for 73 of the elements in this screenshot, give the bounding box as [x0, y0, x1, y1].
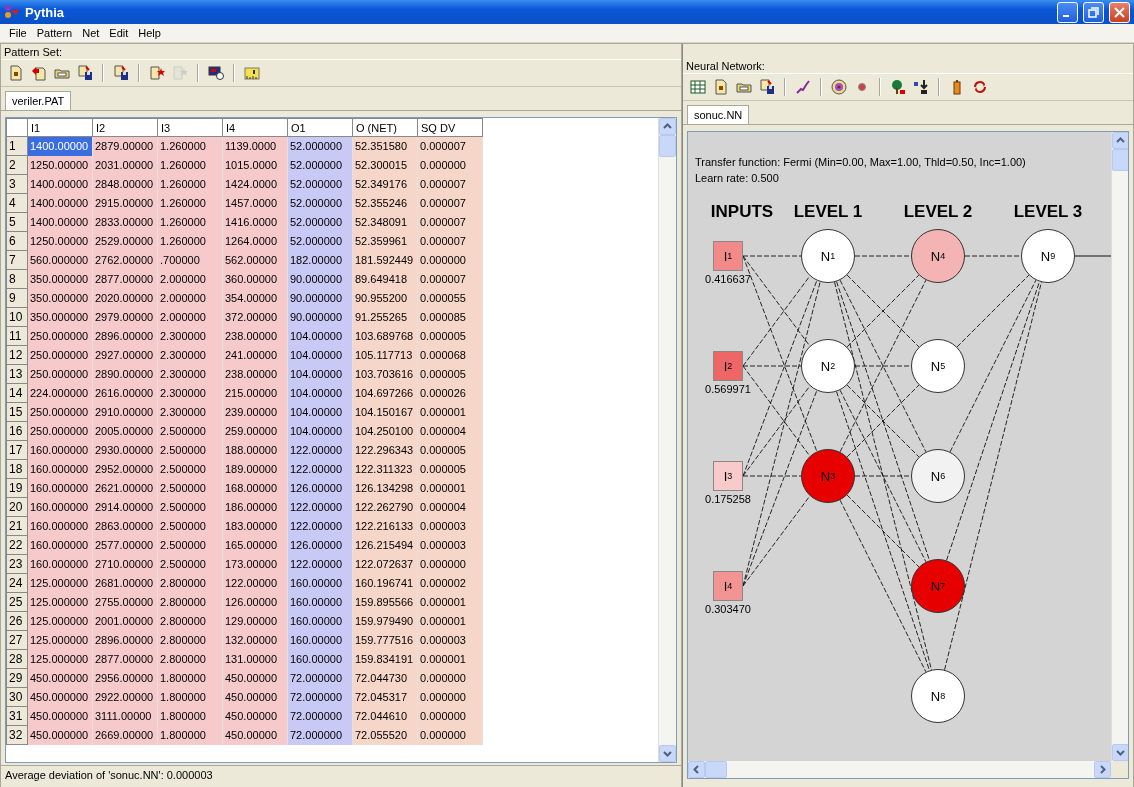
tree-icon [890, 79, 906, 95]
toolbar-button[interactable] [207, 64, 225, 82]
tab[interactable]: sonuc.NN [687, 105, 750, 124]
monitor-icon [208, 65, 224, 81]
wave-line-icon [795, 79, 811, 95]
document-disk-icon [759, 79, 775, 95]
layer-heading: LEVEL 3 [1013, 202, 1083, 222]
refresh-icon [972, 79, 988, 95]
status-text: Average deviation of 'sonuc.NN': 0.000003 [1, 765, 681, 787]
document-disk-icon [113, 65, 129, 81]
menu-item[interactable]: File [4, 27, 32, 39]
target-icon [831, 79, 847, 95]
grid-icon [690, 79, 706, 95]
maximize-button[interactable] [1083, 1, 1104, 23]
layer-heading: LEVEL 1 [793, 202, 863, 222]
info-text: Transfer function: Fermi (Min=0.00, Max=1.00, Thld=0.50, Inc=1.00) [695, 155, 1026, 170]
scroll-up-button[interactable] [659, 118, 676, 135]
input-value: 0.416637 [705, 273, 751, 285]
pane-label: Pattern Set: [3, 45, 64, 59]
menu-item[interactable]: Pattern [31, 27, 78, 39]
menu-item[interactable]: Help [133, 27, 166, 39]
document-disk-icon [77, 65, 93, 81]
connection-line [854, 255, 912, 257]
toolbar-button[interactable] [112, 64, 130, 82]
toolbar-button[interactable] [758, 78, 776, 96]
document-star-icon [172, 65, 188, 81]
menu-item[interactable]: Net [77, 27, 105, 39]
app-icon [4, 4, 20, 20]
document-arrow-icon [31, 65, 47, 81]
document-star-icon [149, 65, 165, 81]
toolbar-button[interactable] [243, 64, 261, 82]
output-line [1074, 255, 1111, 257]
toolbar-button[interactable] [912, 78, 930, 96]
toolbar-button[interactable] [7, 64, 25, 82]
info-text: Learn rate: 0.500 [695, 171, 780, 186]
close-icon [1113, 5, 1126, 19]
column-header[interactable]: I2 [92, 118, 158, 137]
toolbar-button[interactable] [76, 64, 94, 82]
column-header[interactable]: O (NET) [352, 118, 418, 137]
column-header[interactable]: I4 [222, 118, 288, 137]
pane-label: Neural Network: [685, 59, 766, 73]
input-value: 0.303470 [705, 603, 751, 615]
document-icon [713, 79, 729, 95]
scroll-down-button[interactable] [1112, 744, 1128, 761]
document-icon [8, 65, 24, 81]
minimize-icon [1062, 15, 1069, 17]
tab[interactable]: veriler.PAT [5, 91, 72, 110]
toolbar-button[interactable] [712, 78, 730, 96]
arrows-icon [913, 79, 929, 95]
column-header[interactable]: I3 [157, 118, 223, 137]
input-value: 0.569971 [705, 383, 751, 395]
connection-line [964, 255, 1022, 257]
window-title: Pythia [25, 4, 65, 20]
scrollbar-thumb[interactable] [705, 761, 727, 778]
minimize-button[interactable] [1057, 1, 1078, 23]
scroll-left-button[interactable] [688, 761, 705, 778]
column-header[interactable]: O1 [287, 118, 353, 137]
scroll-right-button[interactable] [1094, 761, 1111, 778]
restore-icon [1087, 5, 1100, 19]
scrollbar-thumb[interactable] [659, 135, 676, 157]
scroll-down-button[interactable] [659, 745, 676, 762]
ruler-icon [244, 65, 260, 81]
toolbar-button[interactable] [794, 78, 812, 96]
input-value: 0.175258 [705, 493, 751, 505]
toolbar-button[interactable] [889, 78, 907, 96]
close-button[interactable] [1109, 1, 1130, 23]
scrollbar-thumb[interactable] [1112, 149, 1128, 171]
column-header[interactable]: I1 [27, 118, 93, 137]
menu-item[interactable]: Edit [104, 27, 134, 39]
layer-heading: LEVEL 2 [903, 202, 973, 222]
column-header[interactable]: SQ DV [417, 118, 483, 137]
layer-heading: INPUTS [710, 202, 774, 222]
scroll-up-button[interactable] [1112, 132, 1128, 149]
